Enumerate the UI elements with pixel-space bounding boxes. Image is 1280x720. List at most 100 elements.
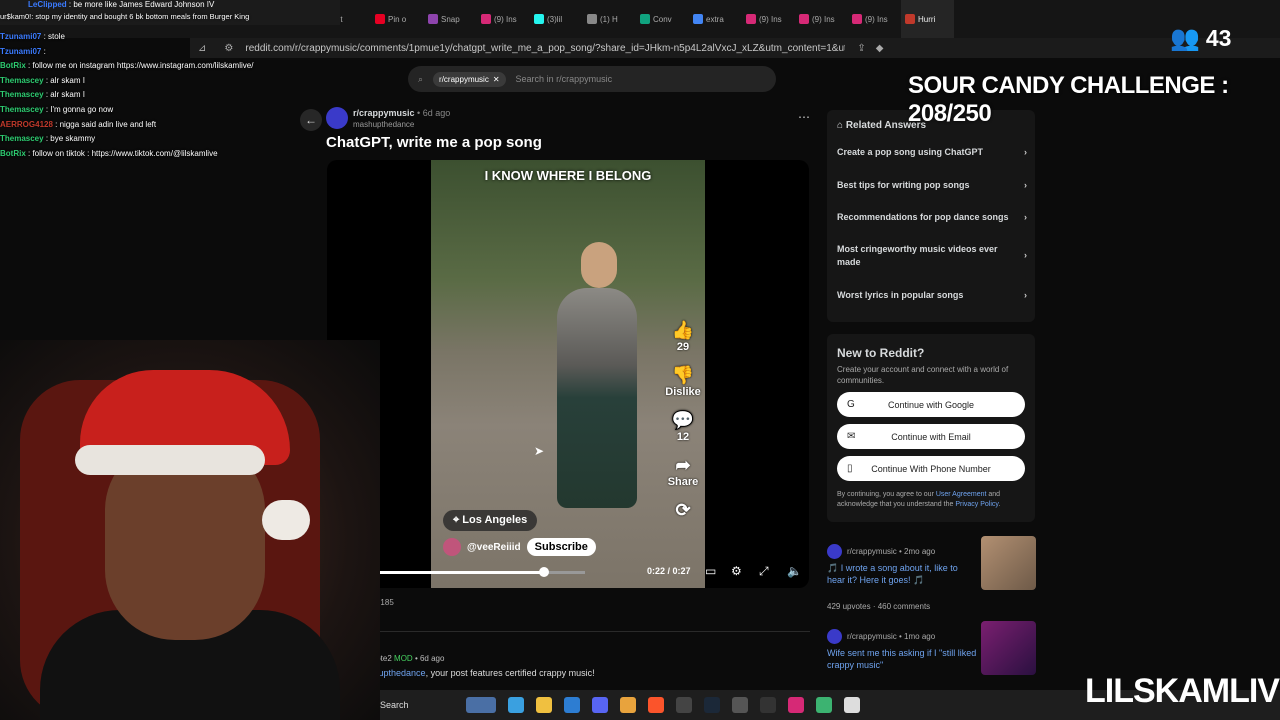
recommended-thumbnail[interactable]: [981, 536, 1036, 590]
fullscreen-icon[interactable]: ⤢: [759, 564, 769, 579]
recommended-title[interactable]: 🎵 I wrote a song about it, like to hear …: [827, 562, 977, 586]
browser-tab[interactable]: (9) Ins: [477, 0, 530, 38]
share-button[interactable]: ➦ Share: [668, 455, 699, 488]
taskbar-search[interactable]: Search: [380, 700, 460, 710]
related-item[interactable]: Most cringeworthy music videos ever made…: [837, 243, 1027, 269]
browser-tab[interactable]: (1) H: [583, 0, 636, 38]
store-icon[interactable]: [564, 697, 580, 713]
close-icon[interactable]: ✕: [493, 75, 500, 84]
progress-bar[interactable]: [367, 567, 585, 577]
webcam-feed: [0, 340, 380, 720]
browser-tab[interactable]: (9) Ins: [848, 0, 901, 38]
related-item[interactable]: Best tips for writing pop songs ›: [837, 179, 1027, 192]
creator-row: @veeReiiid Subscribe: [443, 538, 596, 556]
share-icon[interactable]: ⇪: [857, 43, 865, 54]
creator-handle[interactable]: @veeReiiid: [467, 542, 521, 553]
taskbar-app-icon[interactable]: [466, 697, 496, 713]
subreddit-link[interactable]: r/crappymusic: [353, 108, 415, 118]
reddit-page: ⌕ r/crappymusic ✕ Search in r/crappymusi…: [290, 58, 1280, 690]
post-age: • 6d ago: [417, 108, 451, 118]
like-button[interactable]: 👍 29: [672, 320, 694, 353]
chat-message: follow on tiktok : https://www.tiktok.co…: [32, 148, 218, 158]
tab-favicon-icon: [481, 14, 491, 24]
creator-avatar[interactable]: [443, 538, 461, 556]
phone-icon: ▯: [847, 463, 853, 474]
captions-icon[interactable]: ▭: [705, 564, 716, 578]
browser-tab[interactable]: (9) Ins: [795, 0, 848, 38]
dislike-button[interactable]: 👎 Dislike: [665, 365, 700, 398]
browser-tab[interactable]: Conv: [636, 0, 689, 38]
brave-shield-icon[interactable]: ◆: [876, 43, 884, 54]
chat-line: Themascey : alr skam I: [0, 88, 300, 103]
address-bar[interactable]: ⊿ ⚙ reddit.com/r/crappymusic/comments/1p…: [190, 38, 1280, 58]
browser-tab[interactable]: Snap: [424, 0, 477, 38]
recommended-thumbnail[interactable]: [981, 621, 1036, 675]
chat-message: alr skam I: [50, 75, 85, 85]
discord-icon[interactable]: [592, 697, 608, 713]
chevron-right-icon: ›: [1024, 212, 1027, 222]
google-icon: G: [847, 399, 855, 410]
related-item[interactable]: Worst lyrics in popular songs ›: [837, 289, 1027, 302]
chevron-right-icon: ›: [1024, 250, 1027, 260]
app-icon[interactable]: [816, 697, 832, 713]
more-options-icon[interactable]: ⋯: [798, 110, 810, 124]
copilot-icon[interactable]: [508, 697, 524, 713]
browser-tab[interactable]: (9) Ins: [742, 0, 795, 38]
subreddit-search-bar[interactable]: ⌕ r/crappymusic ✕ Search in r/crappymusi…: [408, 66, 776, 92]
brave-icon[interactable]: [648, 697, 664, 713]
chat-username: Themascey: [0, 104, 44, 114]
subreddit-chip[interactable]: r/crappymusic ✕: [433, 71, 506, 87]
browser-tab[interactable]: Pin o: [371, 0, 424, 38]
continue-with-phone-button[interactable]: ▯ Continue With Phone Number: [837, 456, 1025, 481]
subscribe-button[interactable]: Subscribe: [526, 538, 596, 556]
chat-message: stole: [48, 32, 65, 41]
video-player[interactable]: I KNOW WHERE I BELONG 👍 29 👎 Dislike 💬 1…: [327, 160, 809, 588]
instagram-icon[interactable]: [788, 697, 804, 713]
privacy-policy-link[interactable]: Privacy Policy: [955, 501, 998, 508]
browser-tab[interactable]: extra: [689, 0, 742, 38]
tab-favicon-icon: [799, 14, 809, 24]
chat-line: Themascey : bye skammy: [0, 132, 300, 147]
search-input[interactable]: Search in r/crappymusic: [516, 74, 613, 84]
new-to-reddit-title: New to Reddit?: [837, 346, 925, 360]
related-item[interactable]: Create a pop song using ChatGPT ›: [837, 146, 1027, 159]
post-author[interactable]: mashupthedance: [353, 120, 414, 129]
calculator-icon[interactable]: [844, 697, 860, 713]
browser-tab[interactable]: Hurri: [901, 0, 954, 38]
steam-icon[interactable]: [704, 697, 720, 713]
tab-label: Hurri: [918, 14, 936, 24]
user-agreement-link[interactable]: User Agreement: [936, 491, 987, 498]
location-pill[interactable]: ⌖ Los Angeles: [443, 510, 538, 531]
progress-handle[interactable]: [538, 567, 549, 577]
obs-icon[interactable]: [676, 697, 692, 713]
app-icon[interactable]: [620, 697, 636, 713]
chat-username: Themascey: [0, 134, 44, 144]
location-label: Los Angeles: [462, 514, 528, 526]
dislike-label: Dislike: [665, 386, 701, 398]
4k-app-icon[interactable]: [760, 697, 776, 713]
recommended-title[interactable]: Wife sent me this asking if I "still lik…: [827, 647, 977, 671]
file-explorer-icon[interactable]: [536, 697, 552, 713]
tab-label: Conv: [653, 14, 672, 24]
email-button-label: Continue with Email: [891, 431, 971, 442]
continue-with-email-button[interactable]: ✉ Continue with Email: [837, 424, 1025, 449]
recommended-post[interactable]: r/crappymusic • 1mo ago Wife sent me thi…: [827, 621, 1037, 689]
browser-tab[interactable]: (3)lil: [530, 0, 583, 38]
chat-username: LeClipped: [28, 0, 67, 9]
settings-icon[interactable]: ⚙: [731, 564, 742, 578]
related-item[interactable]: Recommendations for pop dance songs ›: [837, 211, 1027, 224]
video-frame[interactable]: I KNOW WHERE I BELONG 👍 29 👎 Dislike 💬 1…: [431, 160, 705, 588]
continue-with-google-button[interactable]: G Continue with Google: [837, 392, 1025, 417]
recommended-meta: 429 upvotes · 460 comments: [827, 602, 931, 611]
app-icon[interactable]: [732, 697, 748, 713]
tab-label: (1) H: [600, 14, 618, 24]
recommended-post[interactable]: r/crappymusic • 2mo ago 🎵 I wrote a song…: [827, 536, 1037, 611]
related-item-label: Recommendations for pop dance songs: [837, 212, 1009, 222]
chat-line: ur$kam0!: stop my identity and bought 6 …: [0, 10, 340, 25]
volume-icon[interactable]: 🔈: [787, 564, 802, 578]
subreddit-name[interactable]: r/crappymusic • 6d ago: [353, 108, 450, 118]
remix-button[interactable]: ⟳: [675, 500, 690, 521]
mouse-cursor-icon: ➤: [534, 444, 545, 458]
viewer-count-value: 43: [1205, 25, 1232, 51]
comments-button[interactable]: 💬 12: [672, 410, 694, 443]
